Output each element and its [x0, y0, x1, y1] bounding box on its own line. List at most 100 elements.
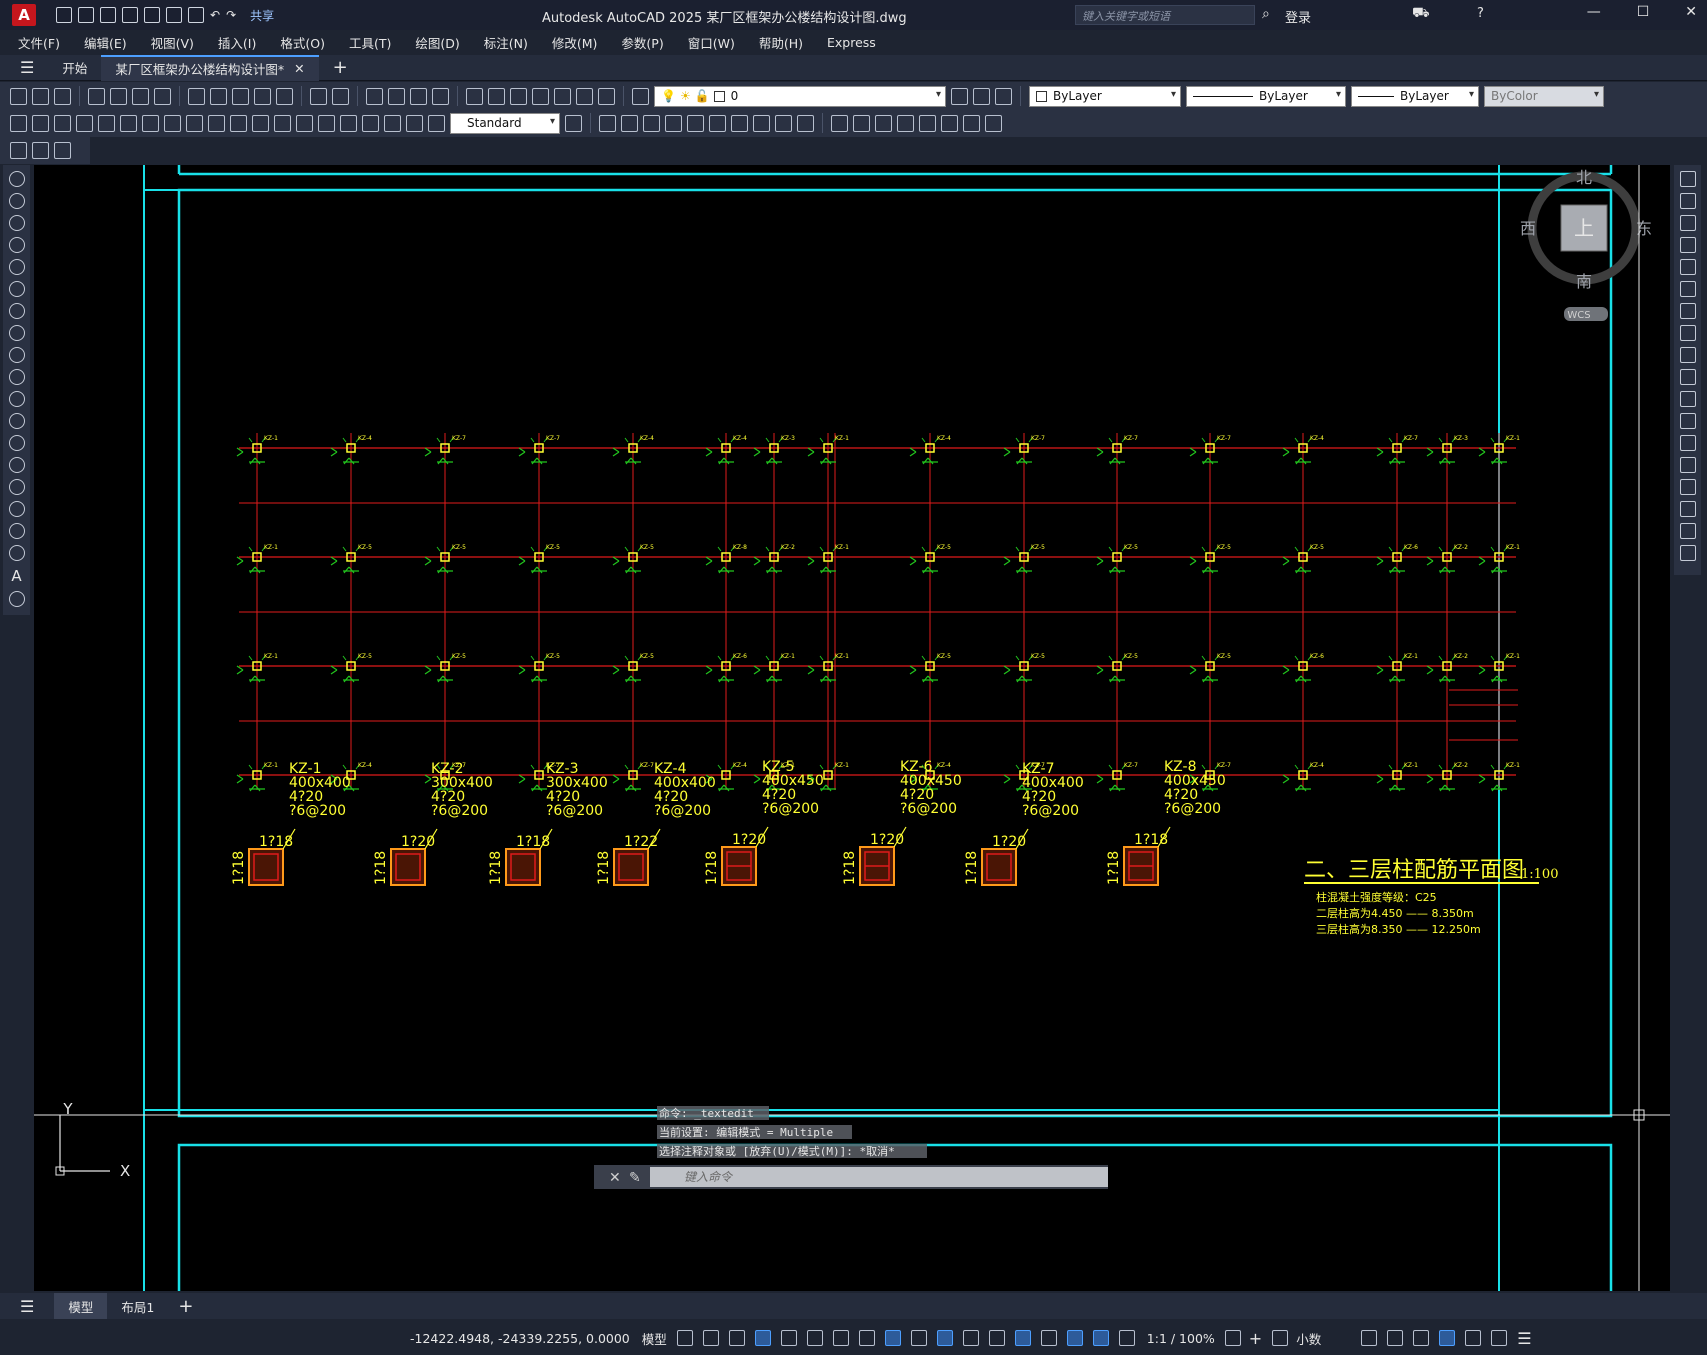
zoom-realtime-icon[interactable] — [388, 87, 405, 105]
region-icon[interactable] — [8, 523, 25, 539]
cut-icon[interactable] — [188, 87, 205, 105]
polyline-icon[interactable] — [8, 215, 25, 231]
new-tab-plus-icon[interactable]: + — [333, 57, 348, 78]
open-icon[interactable] — [32, 87, 49, 105]
help-icon[interactable]: ? — [1477, 6, 1484, 21]
infer-constraints-icon[interactable] — [728, 1330, 745, 1346]
paste-icon[interactable] — [232, 87, 249, 105]
view-sw-iso-icon[interactable] — [731, 114, 748, 132]
visual-style-hidden-icon[interactable] — [875, 114, 892, 132]
jogged-linear-icon[interactable] — [362, 114, 379, 132]
menu-file[interactable]: 文件(F) — [18, 33, 60, 52]
dimension-style-dropdown[interactable]: Standard — [450, 112, 560, 134]
arc-length-icon[interactable] — [54, 114, 71, 132]
tool-palettes-icon[interactable] — [510, 87, 527, 105]
erase-icon[interactable] — [1679, 171, 1696, 187]
plotstyle-dropdown[interactable]: ByColor — [1484, 85, 1604, 107]
tab-model[interactable]: 模型 — [54, 1293, 108, 1319]
undo-toolbar-icon[interactable] — [310, 87, 327, 105]
annotation-visibility-icon[interactable] — [1092, 1330, 1109, 1346]
viewcube-west[interactable]: 西 — [1520, 219, 1536, 238]
menu-tools[interactable]: 工具(T) — [349, 33, 391, 52]
layer-dropdown[interactable]: 💡 ☀ 🔓 0 — [654, 85, 946, 107]
dim-edit-icon[interactable] — [384, 114, 401, 132]
grid-icon[interactable] — [676, 1330, 693, 1346]
dim-space-icon[interactable] — [252, 114, 269, 132]
join-icon[interactable] — [1679, 457, 1696, 473]
redo-icon[interactable]: ↷ — [226, 8, 236, 22]
view-se-iso-icon[interactable] — [753, 114, 770, 132]
graphics-performance-icon[interactable] — [1439, 1330, 1456, 1346]
linear-dimension-icon[interactable] — [10, 114, 27, 132]
search-icon[interactable]: ⌕ — [1262, 6, 1270, 22]
polar-tracking-icon[interactable] — [806, 1330, 823, 1346]
cart-icon[interactable]: ⛟ — [1412, 5, 1430, 23]
continue-icon[interactable] — [230, 114, 247, 132]
diameter-icon[interactable] — [142, 114, 159, 132]
web-icon[interactable] — [144, 7, 160, 23]
menu-parametric[interactable]: 参数(P) — [621, 33, 663, 52]
make-block-icon[interactable] — [8, 435, 25, 451]
annotation-scale[interactable]: 1:1 / 100% — [1147, 1331, 1215, 1346]
offset-icon[interactable] — [1679, 237, 1696, 253]
tab-start[interactable]: 开始 — [48, 55, 101, 81]
selection-filter-icon[interactable] — [1040, 1330, 1057, 1346]
trim-icon[interactable] — [1679, 369, 1696, 385]
drawing-svg[interactable]: KZ-1 KZ-4 KZ-7 KZ-7 KZ-4 KZ-4 KZ-3 KZ-1 KZ-4 KZ-7… — [34, 165, 1670, 1291]
extend-icon[interactable] — [1679, 391, 1696, 407]
object-snap-icon[interactable] — [884, 1330, 901, 1346]
units-icon[interactable] — [1272, 1330, 1289, 1346]
inspection-icon[interactable] — [340, 114, 357, 132]
zoom-previous-icon[interactable] — [432, 87, 449, 105]
lineweight-icon[interactable] — [910, 1330, 927, 1346]
quick-properties-icon[interactable] — [1361, 1330, 1378, 1346]
view-top-icon[interactable] — [599, 114, 616, 132]
baseline-icon[interactable] — [208, 114, 225, 132]
menu-window[interactable]: 窗口(W) — [688, 33, 735, 52]
pdf-icon[interactable] — [154, 87, 171, 105]
view-right-icon[interactable] — [665, 114, 682, 132]
ellipse-arc-icon[interactable] — [8, 391, 25, 407]
menu-view[interactable]: 视图(V) — [151, 33, 194, 52]
visual-style-manager-icon[interactable] — [941, 114, 958, 132]
isodraft-icon[interactable] — [832, 1330, 849, 1346]
zoom-window-icon[interactable] — [410, 87, 427, 105]
object-snap-tracking-icon[interactable] — [858, 1330, 875, 1346]
break-icon[interactable] — [1679, 435, 1696, 451]
dim-text-edit-icon[interactable] — [406, 114, 423, 132]
save-as-icon[interactable] — [122, 7, 138, 23]
menu-edit[interactable]: 编辑(E) — [84, 33, 127, 52]
design-center-icon[interactable] — [488, 87, 505, 105]
viewcube-east[interactable]: 东 — [1636, 219, 1652, 238]
view-bottom-icon[interactable] — [621, 114, 638, 132]
hatch-icon[interactable] — [8, 479, 25, 495]
auto-scale-icon[interactable] — [1118, 1330, 1135, 1346]
undo-icon[interactable]: ↶ — [210, 8, 220, 22]
multiline-text-icon[interactable]: A — [11, 567, 21, 585]
arc-icon[interactable] — [8, 281, 25, 297]
text-edit-icon[interactable] — [10, 141, 27, 159]
new-file-icon[interactable] — [56, 7, 72, 23]
redo-toolbar-icon[interactable] — [332, 87, 349, 105]
tab-layout1[interactable]: 布局1 — [107, 1293, 168, 1319]
save-toolbar-icon[interactable] — [54, 87, 71, 105]
polygon-icon[interactable] — [8, 237, 25, 253]
save-icon[interactable] — [100, 7, 116, 23]
coordinate-readout[interactable]: -12422.4948, -24339.2255, 0.0000 — [410, 1331, 630, 1346]
rectangle-icon[interactable] — [8, 259, 25, 275]
publish-icon[interactable] — [132, 87, 149, 105]
line-icon[interactable] — [8, 171, 25, 187]
markup-icon[interactable] — [554, 87, 571, 105]
lock-ui-icon[interactable] — [1387, 1330, 1404, 1346]
3d-osnap-icon[interactable] — [988, 1330, 1005, 1346]
view-back-icon[interactable] — [709, 114, 726, 132]
layout-menu-icon[interactable]: ☰ — [20, 1297, 34, 1316]
color-dropdown[interactable]: ByLayer — [1029, 85, 1181, 107]
linetype-dropdown[interactable]: ByLayer — [1186, 85, 1346, 107]
autocad-logo-button[interactable]: A — [12, 4, 36, 26]
chamfer-icon[interactable] — [1679, 479, 1696, 495]
share-button[interactable]: 共享 — [250, 7, 274, 24]
center-mark-icon[interactable] — [318, 114, 335, 132]
visual-style-conceptual-icon[interactable] — [919, 114, 936, 132]
table-icon[interactable] — [8, 545, 25, 561]
